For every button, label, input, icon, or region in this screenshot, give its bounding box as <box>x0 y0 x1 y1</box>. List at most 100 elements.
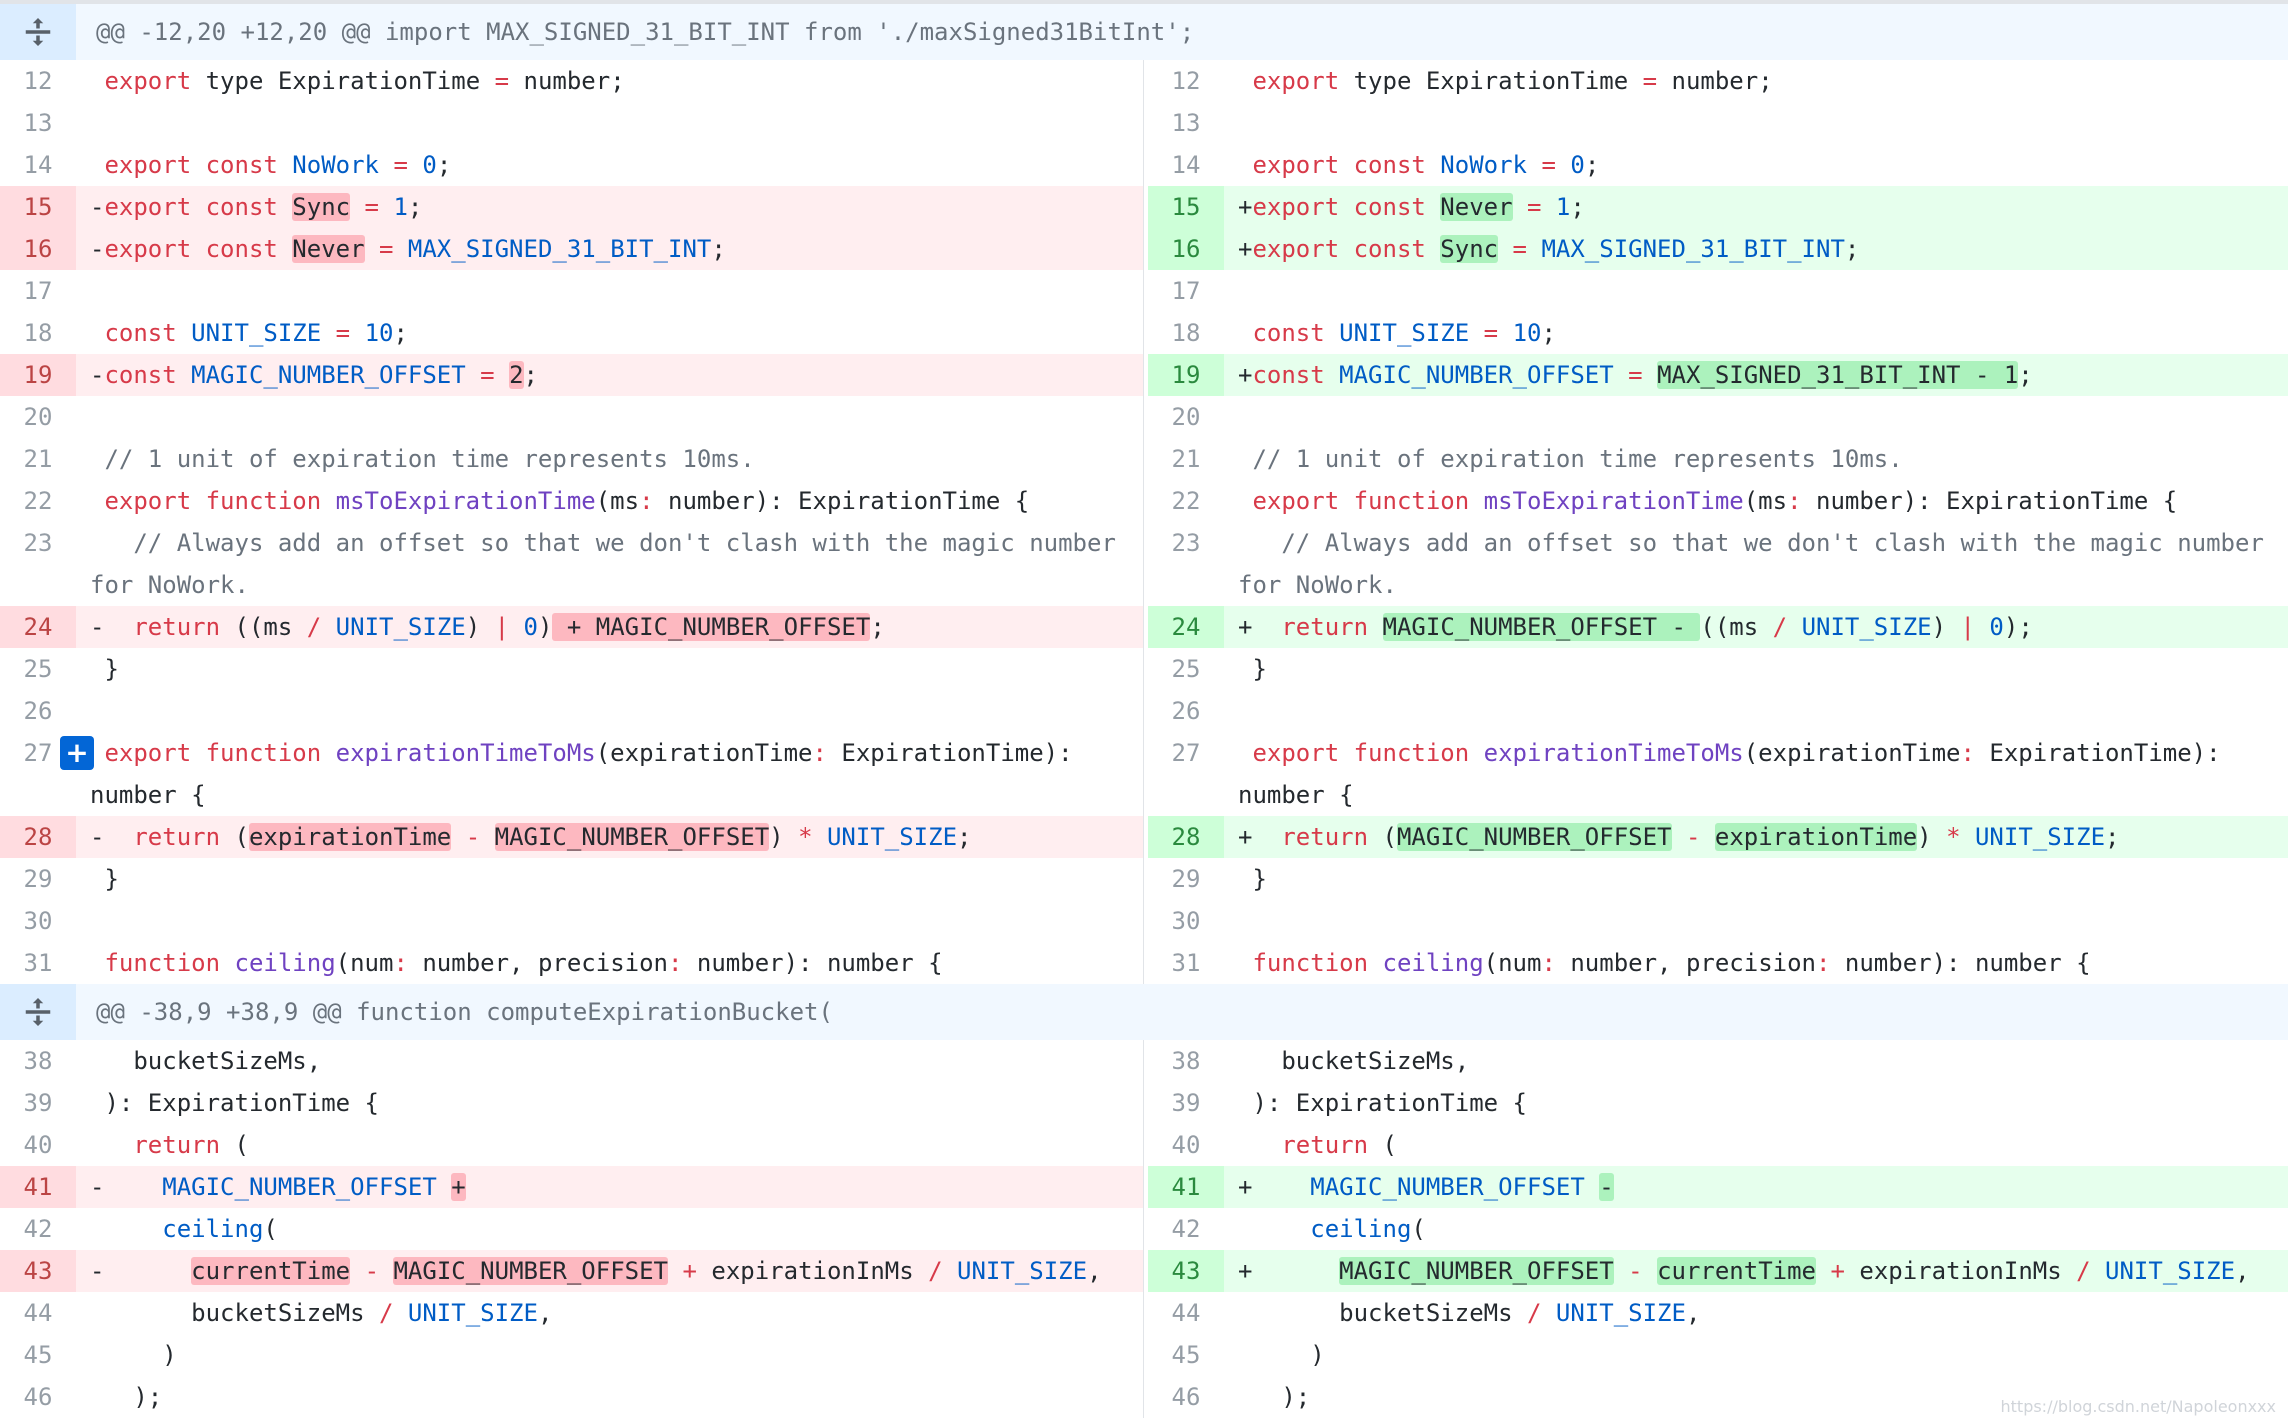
line-number[interactable]: 46 <box>1148 1376 1224 1418</box>
line-number[interactable]: 23 <box>0 522 76 606</box>
code-token: / <box>2076 1257 2091 1285</box>
line-number[interactable]: 28 <box>1148 816 1224 858</box>
line-number[interactable]: 13 <box>0 102 76 144</box>
code-line: - return ((ms / UNIT_SIZE) | 0) + MAGIC_… <box>90 606 1135 648</box>
line-number[interactable]: 38 <box>0 1040 76 1082</box>
old-line: 27 export function expirationTimeToMs(ex… <box>0 732 1144 816</box>
line-number[interactable]: 13 <box>1148 102 1224 144</box>
code-line: export type ExpirationTime = number; <box>90 60 1135 102</box>
line-number[interactable]: 31 <box>0 942 76 984</box>
line-number[interactable]: 14 <box>1148 144 1224 186</box>
line-number[interactable]: 19 <box>1148 354 1224 396</box>
line-number[interactable]: 44 <box>1148 1292 1224 1334</box>
code-token: ; <box>2105 823 2120 851</box>
diff-row: 13 13 <box>0 102 2288 144</box>
line-number[interactable]: 30 <box>0 900 76 942</box>
line-number[interactable]: 19 <box>0 354 76 396</box>
line-number[interactable]: 45 <box>0 1334 76 1376</box>
line-number[interactable]: 20 <box>1148 396 1224 438</box>
line-number[interactable]: 25 <box>1148 648 1224 690</box>
code-token: MAX_SIGNED_31_BIT_INT <box>407 235 712 263</box>
line-number[interactable]: 29 <box>1148 858 1224 900</box>
line-number[interactable]: 15 <box>1148 186 1224 228</box>
code-token: 0 <box>1570 151 1585 179</box>
line-number[interactable]: 41 <box>0 1166 76 1208</box>
line-number[interactable]: 31 <box>1148 942 1224 984</box>
line-number[interactable]: 21 <box>0 438 76 480</box>
line-number[interactable]: 29 <box>0 858 76 900</box>
diff-row: 29 } 29 } <box>0 858 2288 900</box>
line-number[interactable]: 39 <box>1148 1082 1224 1124</box>
code-line: + return (MAGIC_NUMBER_OFFSET - expirati… <box>1238 816 2280 858</box>
line-number[interactable]: 25 <box>0 648 76 690</box>
line-number[interactable]: 24 <box>1148 606 1224 648</box>
code-token: expirationTimeToMs <box>1483 739 1744 767</box>
line-number[interactable]: 17 <box>0 270 76 312</box>
line-number[interactable]: 43 <box>1148 1250 1224 1292</box>
line-number[interactable]: 23 <box>1148 522 1224 606</box>
line-number[interactable]: 21 <box>1148 438 1224 480</box>
line-number[interactable]: 15 <box>0 186 76 228</box>
deletion-marker: - <box>90 193 105 221</box>
line-number[interactable]: 26 <box>0 690 76 732</box>
add-comment-button[interactable]: + <box>60 736 94 770</box>
code-token: ; <box>407 193 423 221</box>
line-number[interactable]: 39 <box>0 1082 76 1124</box>
line-number[interactable]: 22 <box>0 480 76 522</box>
line-number[interactable]: 22 <box>1148 480 1224 522</box>
code-token: ) <box>769 823 799 851</box>
code-token: export const <box>104 193 293 221</box>
line-number[interactable]: 42 <box>0 1208 76 1250</box>
line-number[interactable]: 16 <box>0 228 76 270</box>
expand-hunk-button[interactable] <box>0 4 76 60</box>
code-token: const <box>104 319 192 347</box>
line-number[interactable]: 43 <box>0 1250 76 1292</box>
code-token: ); <box>104 1383 163 1411</box>
line-number[interactable]: 20 <box>0 396 76 438</box>
line-number[interactable]: 38 <box>1148 1040 1224 1082</box>
line-number[interactable]: 26 <box>1148 690 1224 732</box>
line-number[interactable]: 30 <box>1148 900 1224 942</box>
code-token: 10 <box>1512 319 1542 347</box>
expand-hunk-button[interactable] <box>0 984 76 1040</box>
line-number[interactable]: 42 <box>1148 1208 1224 1250</box>
line-number[interactable]: 41 <box>1148 1166 1224 1208</box>
code-line: const UNIT_SIZE = 10; <box>90 312 1135 354</box>
line-number[interactable]: 17 <box>1148 270 1224 312</box>
new-line: 38 bucketSizeMs, <box>1148 1040 2288 1082</box>
line-number[interactable]: 28 <box>0 816 76 858</box>
line-number[interactable]: 27 <box>1148 732 1224 816</box>
line-number[interactable]: 12 <box>1148 60 1224 102</box>
line-number[interactable]: 40 <box>0 1124 76 1166</box>
line-number[interactable]: 18 <box>1148 312 1224 354</box>
line-number[interactable]: 44 <box>0 1292 76 1334</box>
addition-marker: + <box>1238 613 1253 641</box>
code-token: MAGIC_NUMBER_OFFSET <box>1310 1173 1585 1201</box>
line-number[interactable]: 12 <box>0 60 76 102</box>
diff-row: 21 // 1 unit of expiration time represen… <box>0 438 2288 480</box>
line-number[interactable]: 40 <box>1148 1124 1224 1166</box>
code-token: ; <box>436 151 452 179</box>
code-token: - <box>1628 1257 1643 1285</box>
line-number[interactable]: 14 <box>0 144 76 186</box>
line-number[interactable]: 16 <box>1148 228 1224 270</box>
line-number[interactable]: 46 <box>0 1376 76 1418</box>
code-token: ( <box>1368 1131 1397 1159</box>
code-line: export function msToExpirationTime(ms: n… <box>90 480 1135 522</box>
line-number[interactable]: 45 <box>1148 1334 1224 1376</box>
line-number[interactable]: 18 <box>0 312 76 354</box>
code-line: bucketSizeMs, <box>1238 1040 2280 1082</box>
code-token: UNIT_SIZE <box>826 823 958 851</box>
line-number[interactable]: 24 <box>0 606 76 648</box>
code-token: number, precision <box>407 949 668 977</box>
diff-row: 30 30 <box>0 900 2288 942</box>
